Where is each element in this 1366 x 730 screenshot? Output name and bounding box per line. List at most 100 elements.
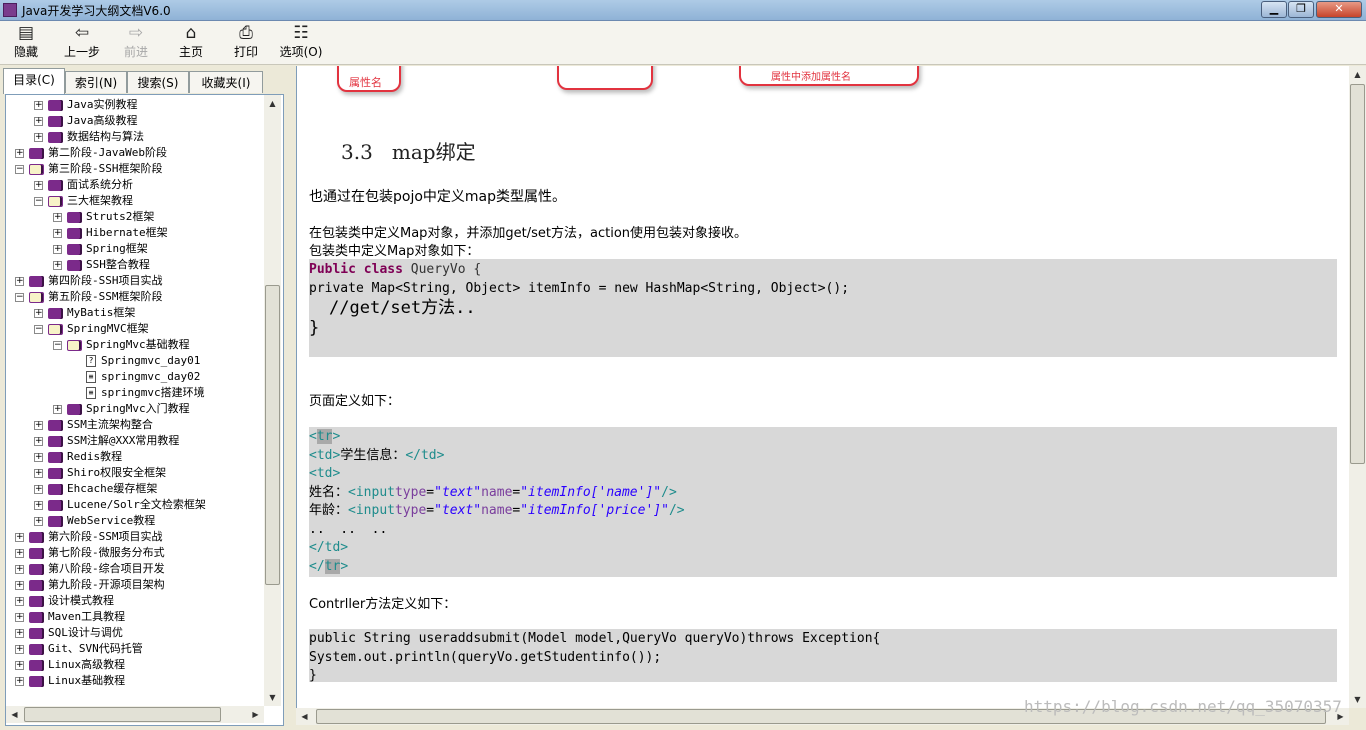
maximize-button[interactable]: ❐ <box>1288 1 1314 18</box>
scroll-left-arrow-icon[interactable]: ◀ <box>296 708 313 725</box>
tree-item[interactable]: ? Springmvc_day01 <box>72 353 200 369</box>
tree-item[interactable]: + SSH整合教程 <box>53 257 150 273</box>
expand-icon[interactable]: + <box>34 100 43 110</box>
collapse-icon[interactable]: − <box>34 324 43 334</box>
tree-item[interactable]: + 第二阶段-JavaWeb阶段 <box>15 145 167 161</box>
tree-item[interactable]: + SQL设计与调优 <box>15 625 123 641</box>
tab-search[interactable]: 搜索(S) <box>127 71 189 93</box>
tree-item[interactable]: + WebService教程 <box>34 513 155 529</box>
hide-button[interactable]: ▤ 隐藏 <box>0 23 52 61</box>
pane-splitter[interactable] <box>289 66 295 730</box>
scroll-left-arrow-icon[interactable]: ◀ <box>6 706 23 723</box>
expand-icon[interactable]: + <box>34 420 43 430</box>
tree-vertical-scrollbar[interactable]: ▲ ▼ <box>264 95 281 706</box>
tab-contents[interactable]: 目录(C) <box>3 68 65 94</box>
expand-icon[interactable]: + <box>15 628 24 638</box>
tree-item-label: 数据结构与算法 <box>67 130 144 143</box>
expand-icon[interactable]: + <box>15 612 24 622</box>
tree-horizontal-scrollbar[interactable]: ◀ ▶ <box>6 706 264 723</box>
expand-icon[interactable]: + <box>15 580 24 590</box>
tree-item[interactable]: + Maven工具教程 <box>15 609 125 625</box>
tab-index[interactable]: 索引(N) <box>65 71 127 93</box>
expand-icon[interactable]: + <box>15 564 24 574</box>
tree-item[interactable]: ≡ springmvc搭建环境 <box>72 385 205 401</box>
tab-favorites[interactable]: 收藏夹(I) <box>189 71 263 93</box>
diagram-box <box>557 66 653 90</box>
tree-item[interactable]: + SSM注解@XXX常用教程 <box>34 433 179 449</box>
forward-button[interactable]: ⇨ 前进 <box>110 23 162 61</box>
expand-icon[interactable]: + <box>15 148 24 158</box>
expand-icon[interactable]: + <box>15 644 24 654</box>
expand-icon[interactable]: + <box>34 452 43 462</box>
scroll-down-arrow-icon[interactable]: ▼ <box>1349 691 1366 708</box>
expand-icon[interactable]: + <box>15 660 24 670</box>
expand-icon[interactable]: + <box>15 596 24 606</box>
tree-item[interactable]: + Ehcache缓存框架 <box>34 481 157 497</box>
options-button[interactable]: ☷ 选项(O) <box>275 23 327 61</box>
expand-icon[interactable]: + <box>34 116 43 126</box>
tree-item[interactable]: + Java高级教程 <box>34 113 138 129</box>
tree-item[interactable]: + Struts2框架 <box>53 209 154 225</box>
close-button[interactable]: ✕ <box>1316 1 1362 18</box>
scroll-up-arrow-icon[interactable]: ▲ <box>1349 66 1366 83</box>
tree-item[interactable]: + 第七阶段-微服务分布式 <box>15 545 165 561</box>
expand-icon[interactable]: + <box>34 132 43 142</box>
expand-icon[interactable]: + <box>34 468 43 478</box>
tree-item[interactable]: − 第三阶段-SSH框架阶段 <box>15 161 163 177</box>
tree-item[interactable]: + Lucene/Solr全文检索框架 <box>34 497 206 513</box>
minimize-button[interactable]: ▁ <box>1261 1 1287 18</box>
expand-icon[interactable]: + <box>53 260 62 270</box>
expand-icon[interactable]: + <box>53 404 62 414</box>
expand-icon[interactable]: + <box>34 500 43 510</box>
collapse-icon[interactable]: − <box>15 292 24 302</box>
expand-icon[interactable]: + <box>53 244 62 254</box>
tree-item[interactable]: + 第八阶段-综合项目开发 <box>15 561 165 577</box>
tree-item[interactable]: + Git、SVN代码托管 <box>15 641 143 657</box>
tree-item[interactable]: + Hibernate框架 <box>53 225 168 241</box>
expand-icon[interactable]: + <box>34 484 43 494</box>
expand-icon[interactable]: + <box>34 436 43 446</box>
content-scroll-thumb[interactable] <box>1350 84 1365 464</box>
tree-item[interactable]: − SpringMvc基础教程 <box>53 337 190 353</box>
expand-icon[interactable]: + <box>15 532 24 542</box>
tree-item[interactable]: − 第五阶段-SSM框架阶段 <box>15 289 163 305</box>
expand-icon[interactable]: + <box>53 212 62 222</box>
tree-item[interactable]: + Java实例教程 <box>34 97 138 113</box>
back-button[interactable]: ⇦ 上一步 <box>56 23 108 61</box>
expand-icon[interactable]: + <box>53 228 62 238</box>
tree-item[interactable]: + Shiro权限安全框架 <box>34 465 166 481</box>
tree-item[interactable]: + SpringMvc入门教程 <box>53 401 190 417</box>
tree-item[interactable]: + 设计模式教程 <box>15 593 114 609</box>
tree-item[interactable]: − 三大框架教程 <box>34 193 133 209</box>
tree-item[interactable]: + Linux高级教程 <box>15 657 125 673</box>
tree-item[interactable]: + Redis教程 <box>34 449 122 465</box>
print-button[interactable]: ⎙ 打印 <box>220 23 272 61</box>
tree-scroll-thumb[interactable] <box>265 285 280 585</box>
tree-item[interactable]: ≡ springmvc_day02 <box>72 369 200 385</box>
tree-item[interactable]: + 面试系统分析 <box>34 177 133 193</box>
collapse-icon[interactable]: − <box>53 340 62 350</box>
collapse-icon[interactable]: − <box>34 196 43 206</box>
scroll-up-arrow-icon[interactable]: ▲ <box>264 95 281 112</box>
scroll-down-arrow-icon[interactable]: ▼ <box>264 689 281 706</box>
expand-icon[interactable]: + <box>34 308 43 318</box>
tree-item[interactable]: + MyBatis框架 <box>34 305 135 321</box>
expand-icon[interactable]: + <box>15 676 24 686</box>
scroll-right-arrow-icon[interactable]: ▶ <box>247 706 264 723</box>
tree-item[interactable]: + 第九阶段-开源项目架构 <box>15 577 165 593</box>
tree-item[interactable]: + 第六阶段-SSM项目实战 <box>15 529 163 545</box>
tree-item[interactable]: + 数据结构与算法 <box>34 129 144 145</box>
expand-icon[interactable]: + <box>34 180 43 190</box>
tree-item[interactable]: + 第四阶段-SSH项目实战 <box>15 273 163 289</box>
home-button[interactable]: ⌂ 主页 <box>165 23 217 61</box>
tree-item[interactable]: + Linux基础教程 <box>15 673 125 689</box>
tree-hscroll-thumb[interactable] <box>24 707 221 722</box>
collapse-icon[interactable]: − <box>15 164 24 174</box>
expand-icon[interactable]: + <box>15 548 24 558</box>
expand-icon[interactable]: + <box>15 276 24 286</box>
tree-item[interactable]: + SSM主流架构整合 <box>34 417 153 433</box>
expand-icon[interactable]: + <box>34 516 43 526</box>
tree-item[interactable]: + Spring框架 <box>53 241 148 257</box>
tree-item[interactable]: − SpringMVC框架 <box>34 321 149 337</box>
content-vertical-scrollbar[interactable]: ▲ ▼ <box>1349 66 1366 708</box>
